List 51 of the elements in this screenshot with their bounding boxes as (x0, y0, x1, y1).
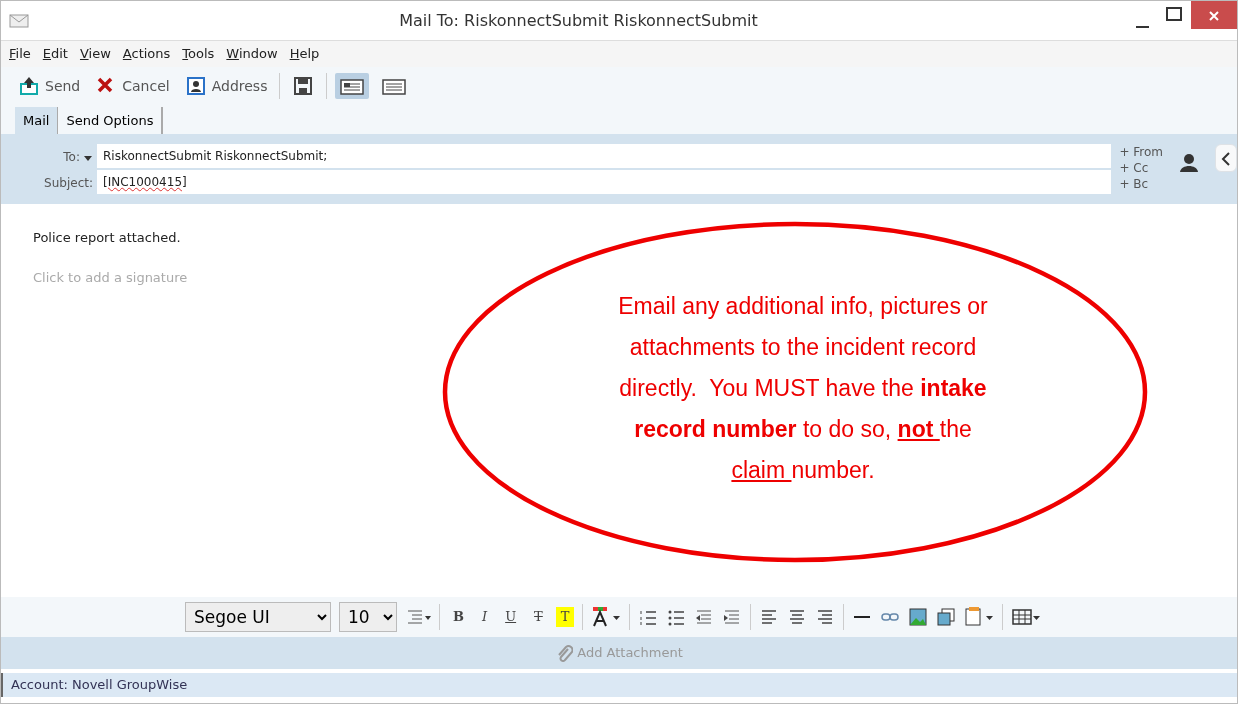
menu-item[interactable]: Help (289, 44, 320, 64)
send-tray-icon (19, 76, 39, 96)
highlight-format-button[interactable]: T (555, 607, 575, 627)
subject-field[interactable]: [INC1000415] (97, 170, 1112, 194)
view-toggle-button[interactable] (335, 73, 370, 99)
person-icon[interactable] (1179, 152, 1199, 173)
cancel-button[interactable]: Cancel (92, 73, 174, 99)
size-select[interactable]: 10 (339, 602, 397, 632)
minimize-icon (1136, 25, 1149, 28)
table-icon[interactable] (1011, 607, 1042, 627)
callout-text: Email any additional info, pictures or attachments to the incident record directly. You MUST have the intake record number to do so, not the claim number. (617, 292, 989, 485)
indent-dropdown-icon[interactable] (405, 607, 431, 627)
color-picker-icon[interactable] (964, 606, 995, 628)
chevron-left-icon (1220, 150, 1232, 167)
font-select[interactable]: Segoe UI (185, 602, 331, 632)
close-icon (1207, 8, 1221, 23)
tab[interactable]: Mail (15, 106, 59, 134)
dropdown-arrow-icon[interactable] (83, 153, 93, 162)
underline-format-button[interactable]: U (500, 607, 522, 627)
add-field-link[interactable]: + Cc (1119, 160, 1163, 176)
font-color-icon[interactable] (591, 606, 622, 628)
menu-item[interactable]: Edit (42, 44, 68, 64)
italic-format-button[interactable]: I (477, 607, 493, 627)
layout-icon (382, 77, 407, 96)
paperclip-icon (555, 643, 574, 663)
save-icon (293, 76, 314, 97)
envelope-icon (9, 14, 29, 29)
send-button[interactable]: Send (15, 73, 85, 99)
status-bar: Account: Novell GroupWise (1, 673, 1237, 697)
message-text: Police report attached. (33, 229, 182, 247)
menu-item[interactable]: Window (226, 44, 278, 64)
close-button[interactable] (1191, 1, 1237, 29)
add-field-link[interactable]: + From (1119, 144, 1163, 160)
add-field-link[interactable]: + Bc (1119, 176, 1163, 192)
address-button[interactable]: Address (181, 73, 272, 99)
image-icon[interactable] (908, 607, 929, 627)
subject-label: Subject: (43, 175, 94, 192)
copy-image-icon[interactable] (936, 607, 957, 627)
menu-item[interactable]: File (9, 44, 31, 64)
menu-item[interactable]: Tools (182, 44, 215, 64)
contact-card-icon (185, 76, 206, 96)
menu-item[interactable]: View (79, 44, 111, 64)
layout-icon (340, 77, 365, 96)
menu-item[interactable]: Actions (122, 44, 171, 64)
strike-format-button[interactable]: T (529, 607, 548, 627)
to-field[interactable]: RiskonnectSubmit RiskonnectSubmit; (97, 144, 1112, 168)
collapse-button[interactable] (1215, 144, 1237, 172)
to-label[interactable]: To: (63, 150, 80, 164)
maximize-icon (1165, 5, 1183, 22)
window-title: Mail To: RiskonnectSubmit RiskonnectSubmit (398, 9, 759, 32)
bold-format-button[interactable]: B (448, 607, 469, 627)
